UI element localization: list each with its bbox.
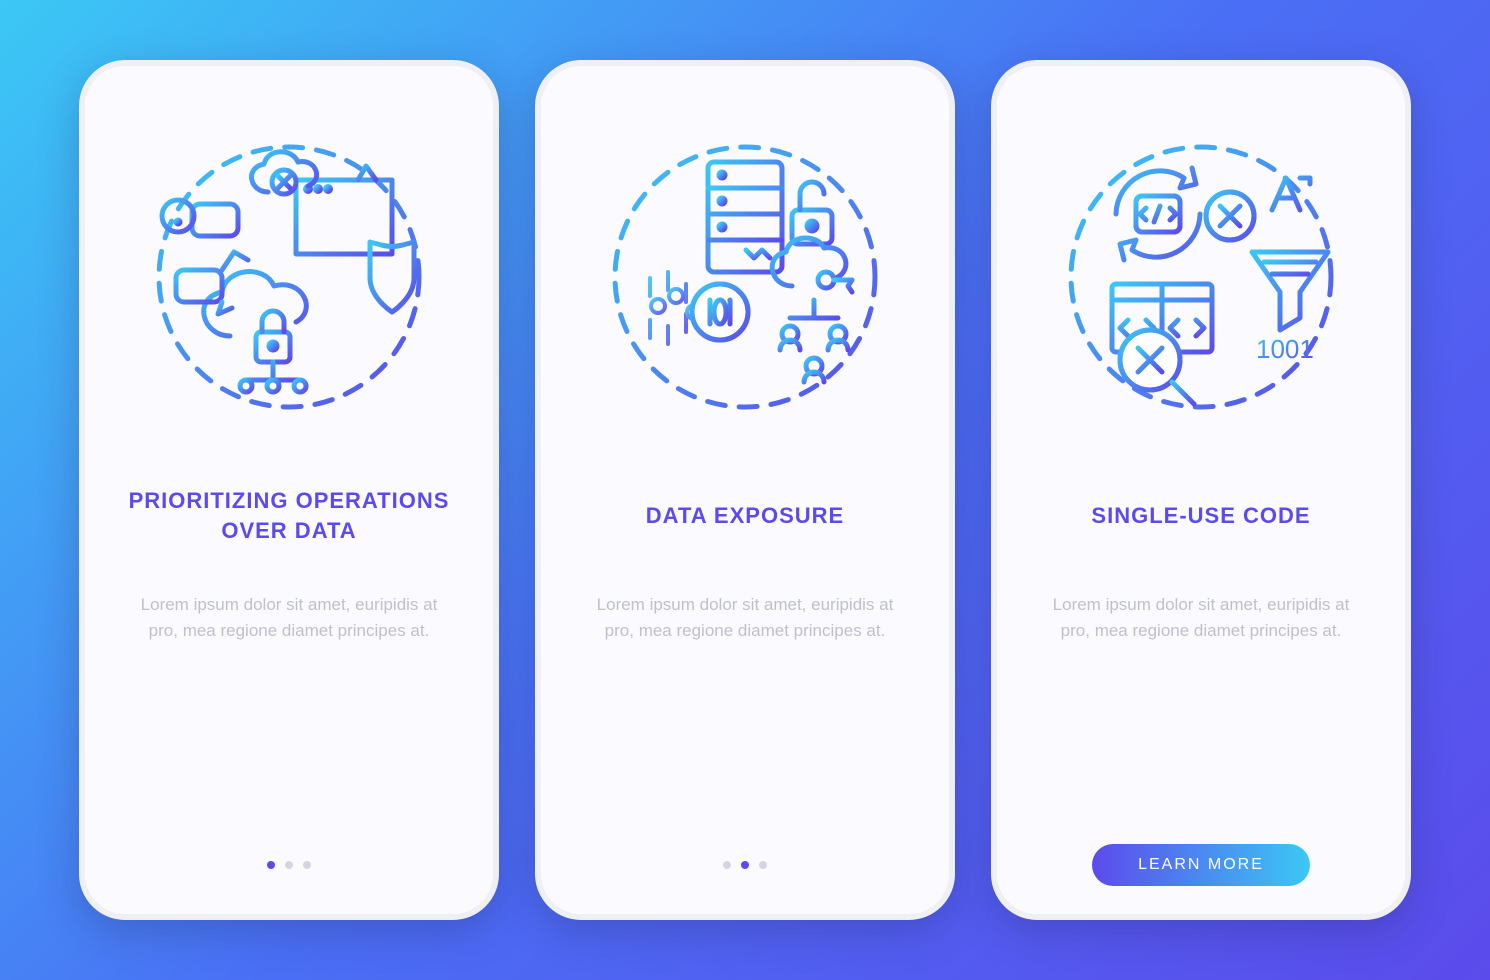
- illustration-single-use-code: 1001: [1046, 122, 1356, 432]
- learn-more-button[interactable]: LEARN MORE: [1092, 844, 1310, 886]
- onboarding-screen-2: DATA EXPOSURE Lorem ipsum dolor sit amet…: [535, 60, 955, 920]
- pagination-dot[interactable]: [759, 861, 767, 869]
- screen-title: PRIORITIZING OPERATIONS OVER DATA: [121, 468, 457, 564]
- pagination-dot[interactable]: [267, 861, 275, 869]
- onboarding-screen-1: PRIORITIZING OPERATIONS OVER DATA Lorem …: [79, 60, 499, 920]
- screen-title: DATA EXPOSURE: [646, 468, 844, 564]
- screen-description: Lorem ipsum dolor sit amet, euripidis at…: [577, 592, 913, 645]
- screen-description: Lorem ipsum dolor sit amet, euripidis at…: [1033, 592, 1369, 645]
- pagination-dot[interactable]: [303, 861, 311, 869]
- pagination: [577, 844, 913, 886]
- pagination-dot[interactable]: [741, 861, 749, 869]
- onboarding-screen-3: 1001 SINGLE-USE CODE Lorem ipsum dolor s…: [991, 60, 1411, 920]
- pagination-dot[interactable]: [285, 861, 293, 869]
- cta-container: LEARN MORE: [1033, 844, 1369, 886]
- illustration-operations-over-data: [134, 122, 444, 432]
- pagination-dot[interactable]: [723, 861, 731, 869]
- pagination: [121, 844, 457, 886]
- svg-text:1001: 1001: [1256, 334, 1314, 364]
- screen-description: Lorem ipsum dolor sit amet, euripidis at…: [121, 592, 457, 645]
- screen-title: SINGLE-USE CODE: [1091, 468, 1310, 564]
- illustration-data-exposure: [590, 122, 900, 432]
